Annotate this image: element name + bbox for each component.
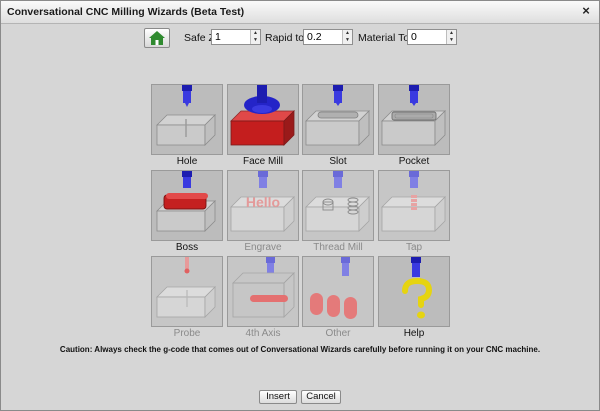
wizard-thread-mill[interactable]: Thread Mill bbox=[302, 170, 374, 253]
rapid-z-stepper[interactable]: ▲ ▼ bbox=[342, 30, 352, 44]
wizard-slot[interactable]: Slot bbox=[302, 84, 374, 167]
material-top-field[interactable]: 0 ▲ ▼ bbox=[407, 29, 457, 45]
rapid-z-field[interactable]: 0.2 ▲ ▼ bbox=[303, 29, 353, 45]
wizard-label: Hole bbox=[176, 156, 198, 167]
wizard-tap[interactable]: Tap bbox=[378, 170, 450, 253]
wizard-label: 4th Axis bbox=[245, 328, 281, 339]
safe-z-stepper[interactable]: ▲ ▼ bbox=[250, 30, 260, 44]
insert-button[interactable]: Insert bbox=[259, 390, 297, 404]
title-bar[interactable]: Conversational CNC Milling Wizards (Beta… bbox=[1, 1, 599, 24]
wizard-pocket[interactable]: Pocket bbox=[378, 84, 450, 167]
wizard-label: Probe bbox=[173, 328, 201, 339]
spin-up-icon[interactable]: ▲ bbox=[447, 30, 456, 37]
wizard-engrave[interactable]: Hello Engrave bbox=[227, 170, 299, 253]
engrave-sample-text: Hello bbox=[246, 194, 280, 210]
spin-down-icon[interactable]: ▼ bbox=[343, 37, 352, 44]
wizard-label: Face Mill bbox=[242, 156, 283, 167]
face-mill-icon bbox=[230, 85, 295, 146]
wizard-label: Other bbox=[325, 328, 351, 339]
material-top-stepper[interactable]: ▲ ▼ bbox=[446, 30, 456, 44]
cancel-button[interactable]: Cancel bbox=[301, 390, 341, 404]
toolbar: Safe Z 1 ▲ ▼ Rapid to Z 0.2 ▲ ▼ Material… bbox=[1, 28, 599, 50]
engrave-icon: Hello bbox=[230, 171, 295, 232]
wizard-label: Engrave bbox=[244, 242, 282, 253]
thread-mill-icon bbox=[305, 171, 370, 232]
probe-icon bbox=[156, 257, 216, 318]
wizard-4th-axis[interactable]: 4th Axis bbox=[227, 256, 299, 339]
wizard-other[interactable]: Other bbox=[302, 256, 374, 339]
window-title: Conversational CNC Milling Wizards (Beta… bbox=[7, 6, 245, 18]
pocket-icon bbox=[381, 85, 446, 146]
wizard-label: Slot bbox=[329, 156, 347, 167]
wizard-face-mill[interactable]: Face Mill bbox=[227, 84, 299, 167]
boss-icon bbox=[156, 171, 216, 232]
spin-down-icon[interactable]: ▼ bbox=[251, 37, 260, 44]
help-icon bbox=[402, 257, 433, 319]
other-icon bbox=[310, 257, 357, 319]
wizard-label: Help bbox=[403, 328, 425, 339]
safe-z-value: 1 bbox=[215, 31, 221, 43]
spin-down-icon[interactable]: ▼ bbox=[447, 37, 456, 44]
wizard-help[interactable]: Help bbox=[378, 256, 450, 339]
wizard-label: Thread Mill bbox=[313, 242, 363, 253]
wizard-grid: Hole Face Mill Slot Pocket Boss Hello En… bbox=[151, 84, 451, 340]
spin-up-icon[interactable]: ▲ bbox=[343, 30, 352, 37]
tap-icon bbox=[381, 171, 446, 232]
close-button[interactable]: × bbox=[579, 4, 593, 18]
wizard-probe[interactable]: Probe bbox=[151, 256, 223, 339]
spin-up-icon[interactable]: ▲ bbox=[251, 30, 260, 37]
wizard-label: Pocket bbox=[398, 156, 430, 167]
safe-z-field[interactable]: 1 ▲ ▼ bbox=[211, 29, 261, 45]
4th-axis-icon bbox=[232, 257, 295, 318]
rapid-z-value: 0.2 bbox=[307, 31, 322, 43]
wizard-hole[interactable]: Hole bbox=[151, 84, 223, 167]
hole-icon bbox=[156, 85, 216, 146]
material-top-value: 0 bbox=[411, 31, 417, 43]
slot-icon bbox=[305, 85, 370, 146]
home-icon bbox=[149, 31, 165, 45]
wizard-dialog: Conversational CNC Milling Wizards (Beta… bbox=[0, 0, 600, 411]
wizard-label: Boss bbox=[175, 242, 199, 253]
wizard-label: Tap bbox=[405, 242, 423, 253]
caution-message: Caution: Always check the g-code that co… bbox=[59, 345, 541, 354]
wizard-boss[interactable]: Boss bbox=[151, 170, 223, 253]
home-button[interactable] bbox=[144, 28, 170, 48]
